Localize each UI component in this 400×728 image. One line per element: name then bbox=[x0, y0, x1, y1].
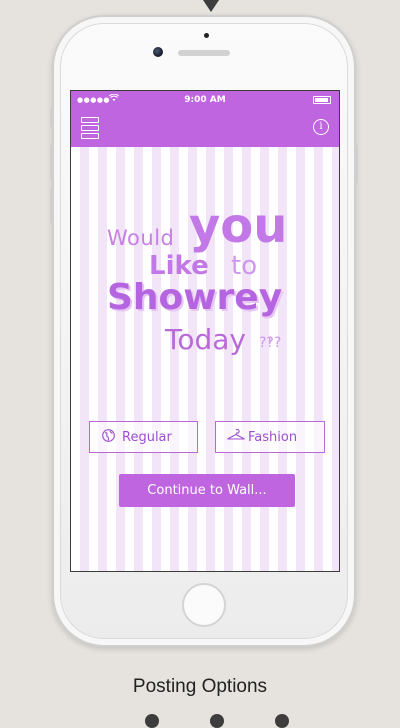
phone-mockup: ●●●●● 9:00 AM i Would you Like to Showre… bbox=[50, 15, 358, 647]
posting-options-caption: Posting Options bbox=[132, 676, 268, 697]
earpiece-speaker bbox=[178, 50, 230, 56]
carousel-dot[interactable] bbox=[210, 714, 224, 728]
front-camera bbox=[153, 47, 163, 57]
hanger-icon bbox=[226, 428, 246, 446]
carousel-dot[interactable] bbox=[275, 714, 289, 728]
headline-word-today: Today bbox=[165, 323, 246, 356]
regular-option-button[interactable]: Regular bbox=[89, 421, 198, 453]
headline-question-marks: ?‽? bbox=[259, 335, 282, 351]
volume-up-button bbox=[50, 145, 53, 179]
continue-to-wall-button[interactable]: Continue to Wall... bbox=[119, 474, 295, 507]
fashion-option-label: Fashion bbox=[248, 430, 298, 445]
carousel-dot[interactable] bbox=[145, 714, 159, 728]
headline-word-showrey: Showrey bbox=[107, 277, 283, 318]
globe-icon bbox=[102, 429, 115, 446]
proximity-sensor bbox=[204, 33, 209, 38]
headline-word-you: you bbox=[189, 198, 288, 254]
fashion-option-button[interactable]: Fashion bbox=[215, 421, 325, 453]
headline-word-would: Would bbox=[107, 226, 175, 250]
top-pointer-marker bbox=[203, 0, 219, 12]
home-button[interactable] bbox=[182, 583, 226, 627]
headline-graphic: Would you Like to Showrey Today ?‽? bbox=[71, 91, 339, 391]
mute-switch bbox=[50, 109, 53, 127]
phone-screen: ●●●●● 9:00 AM i Would you Like to Showre… bbox=[70, 90, 340, 572]
volume-down-button bbox=[50, 189, 53, 223]
power-button bbox=[355, 145, 358, 183]
regular-option-label: Regular bbox=[122, 430, 172, 445]
carousel-dots bbox=[0, 712, 400, 728]
